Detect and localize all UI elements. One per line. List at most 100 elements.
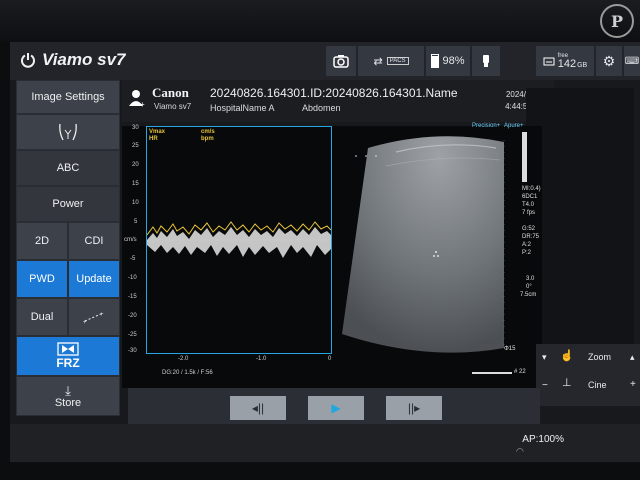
store-button[interactable]: ⤓ Store — [16, 376, 120, 416]
asset-sticker: P — [600, 4, 634, 38]
us-param: 7 fps — [522, 210, 536, 216]
pacs-label: PACS — [386, 57, 409, 65]
x-tick: -1.0 — [256, 356, 267, 362]
frame-count: # 22 — [514, 369, 526, 375]
probe-status[interactable] — [472, 46, 500, 76]
cine-label[interactable]: Cine — [588, 380, 607, 390]
dual-button[interactable]: Dual — [16, 298, 68, 336]
settings-button[interactable]: ⚙ — [596, 46, 622, 76]
wifi-icon: ◠ — [516, 446, 524, 456]
x-tick: -2.0 — [178, 356, 189, 362]
doppler-trace — [147, 221, 331, 258]
model-name: Viamo sv7 — [154, 102, 192, 111]
power-button[interactable]: Power — [16, 186, 120, 222]
y-tick: -20 — [128, 313, 137, 319]
brand-logo: Canon — [152, 85, 189, 100]
y-tick: -30 — [128, 348, 137, 354]
exam-type: Abdomen — [302, 103, 341, 113]
step-forward-button[interactable]: ||▸ — [386, 396, 442, 420]
cdi-button[interactable]: CDI — [68, 222, 120, 260]
body-mark-icon — [59, 123, 77, 141]
patient-icon[interactable]: + — [128, 88, 146, 108]
abc-button[interactable]: ABC — [16, 150, 120, 186]
svg-text:+: + — [100, 312, 104, 318]
pacs-status[interactable]: ⇄ PACS — [358, 46, 424, 76]
y-tick: 10 — [132, 200, 139, 206]
storage-status: free 142GB — [536, 46, 594, 76]
image-settings-label: Image Settings — [31, 91, 105, 103]
mode-2d-button[interactable]: 2D — [16, 222, 68, 260]
depth-info: 0° — [526, 284, 532, 290]
depth-info: 3.0 — [526, 276, 535, 282]
bmode-image — [342, 132, 527, 353]
apure-label: Apure+ — [504, 123, 524, 129]
cine-icon: ⊥ — [562, 377, 572, 389]
play-icon: ▶ — [331, 401, 341, 415]
measure-button[interactable]: + + — [68, 298, 120, 336]
play-button[interactable]: ▶ — [308, 396, 364, 420]
probe-icon — [483, 55, 489, 67]
right-panel — [526, 88, 634, 388]
network-icon: ⇄ — [373, 55, 383, 68]
precision-label: Precision+ — [472, 123, 501, 129]
us-param: T4.0 — [522, 202, 535, 208]
hr-label: HR — [149, 136, 158, 142]
battery-icon — [431, 54, 440, 68]
us-param: P:2 — [522, 250, 532, 256]
body-mark-button[interactable] — [16, 114, 120, 150]
drive-icon — [543, 57, 555, 66]
ultrasound-screen: Viamo sv7 ⇄ PACS 98% free 142GB ⚙ ⌨ Imag… — [10, 42, 640, 462]
y-tick: 20 — [132, 162, 139, 168]
frz-label: FRZ — [56, 356, 80, 370]
camera-button[interactable] — [326, 46, 356, 76]
x-tick: 0 — [328, 356, 332, 362]
scale-bar — [472, 372, 512, 374]
hospital-name: HospitalName A — [210, 103, 275, 113]
battery-value: 98% — [442, 55, 465, 67]
power-icon[interactable] — [20, 52, 36, 68]
us-param: 6DC1 — [522, 194, 538, 200]
step-back-button[interactable]: ◂|| — [230, 396, 286, 420]
vmax-unit: cm/s — [201, 129, 215, 135]
image-settings-button[interactable]: Image Settings — [16, 80, 120, 114]
y-tick: 5 — [134, 219, 138, 225]
cdi-label: CDI — [84, 235, 104, 247]
camera-icon — [333, 55, 349, 68]
left-menu: Image Settings ABC Power 2D CDI PWD Upda… — [16, 80, 120, 426]
storage-value: 142 — [557, 57, 577, 70]
us-param: A:2 — [522, 242, 532, 248]
y-tick: cm/s — [124, 237, 137, 243]
freeze-button[interactable]: FRZ — [16, 336, 120, 376]
vmax-label: Vmax — [149, 129, 166, 135]
svg-text:+: + — [83, 320, 87, 325]
top-bar: Viamo sv7 ⇄ PACS 98% free 142GB ⚙ ⌨ — [10, 42, 640, 80]
doppler-info: DG:20 / 1.5k / F:56 — [162, 370, 213, 376]
chevron-down-icon[interactable]: ▾ — [542, 352, 547, 363]
ap-value: AP:100% — [522, 434, 564, 445]
battery-status: 98% — [426, 46, 470, 76]
mode-2d-label: 2D — [34, 235, 50, 247]
y-tick: -10 — [128, 275, 137, 281]
depth-info: 7.5cm — [520, 292, 537, 298]
update-button[interactable]: Update — [68, 260, 120, 298]
focus-label: Φ15 — [504, 346, 516, 352]
zoom-label[interactable]: Zoom — [588, 352, 611, 362]
status-bar: AP:100% ◠ — [10, 424, 640, 462]
pwd-label: PWD — [29, 273, 55, 285]
chevron-up-icon[interactable]: ▴ — [630, 352, 635, 363]
us-param: DR:75 — [522, 234, 540, 240]
minus-icon[interactable]: − — [542, 380, 548, 391]
gear-icon: ⚙ — [602, 52, 616, 69]
doppler-spectrum: Vmax HR cm/s bpm — [146, 126, 332, 354]
plus-icon[interactable]: + — [630, 379, 636, 390]
power-label: Power — [52, 198, 84, 210]
store-label: Store — [54, 396, 82, 409]
pwd-button[interactable]: PWD — [16, 260, 68, 298]
zoom-hand-icon: ☝ — [560, 350, 574, 362]
y-tick: -25 — [128, 332, 137, 338]
cine-control-bar: ◂|| ▶ ||▸ — [128, 388, 540, 424]
image-area: Vmax HR cm/s bpm 30 25 20 15 10 5 cm/s -… — [122, 123, 542, 388]
keyboard-button[interactable]: ⌨ — [624, 46, 640, 76]
step-back-icon: ◂|| — [251, 401, 265, 415]
patient-id: 20240826.164301.ID:20240826.164301.Name — [210, 86, 458, 100]
